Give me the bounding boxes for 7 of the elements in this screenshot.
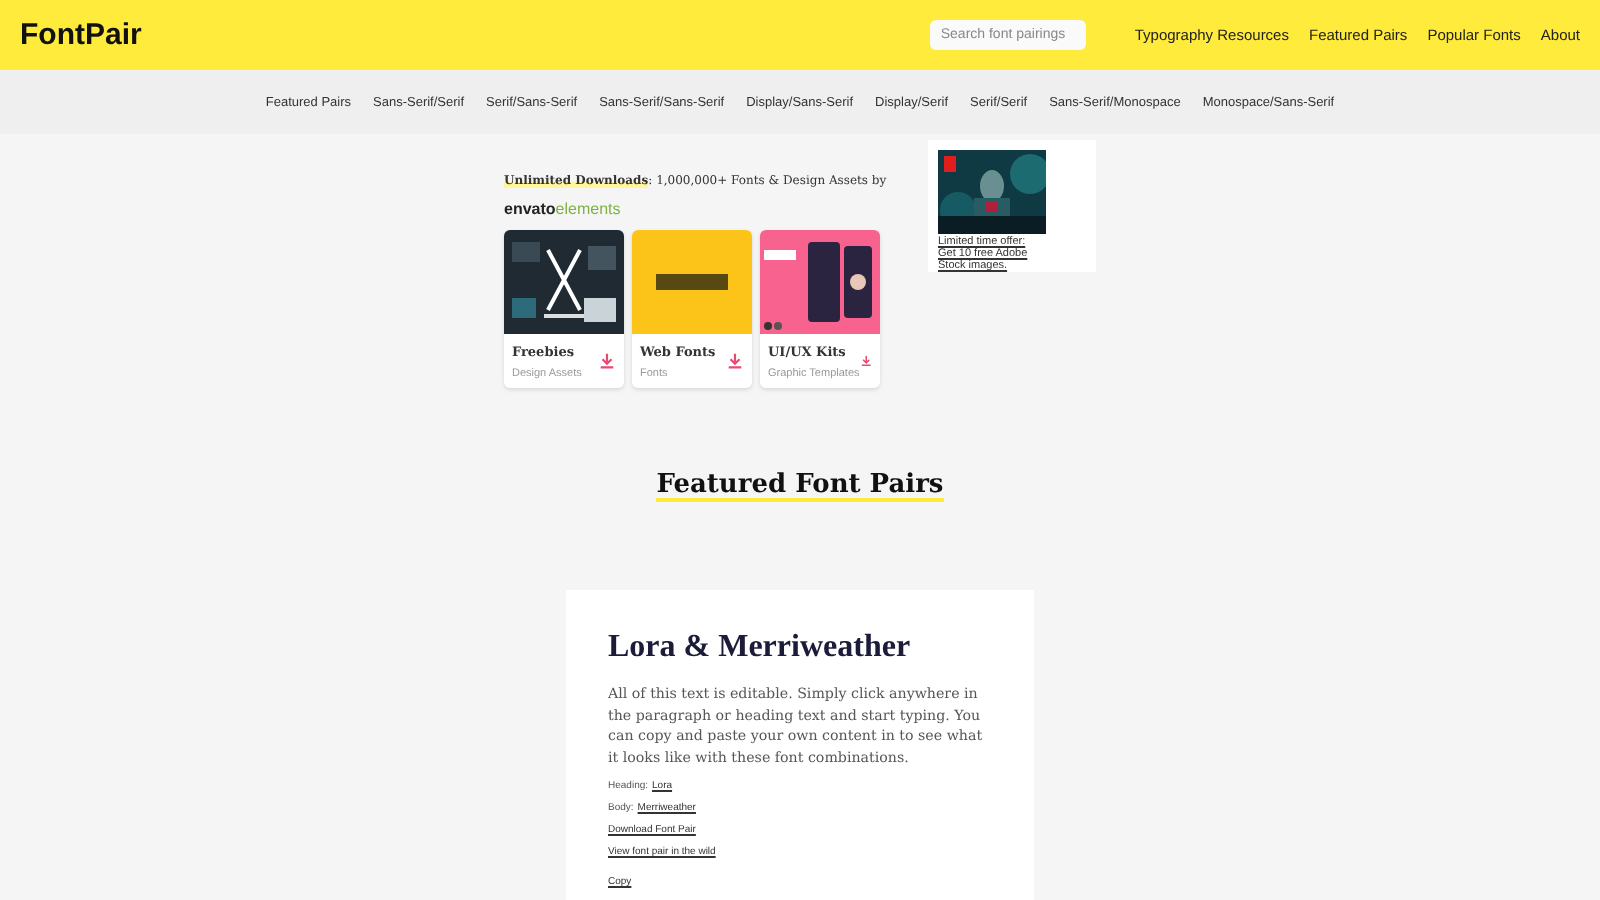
brand-logo[interactable]: envatoelements [504, 200, 621, 218]
site-logo[interactable]: FontPair [20, 18, 931, 52]
section-title: Featured Font Pairs [656, 470, 944, 502]
download-icon[interactable] [726, 352, 744, 370]
download-icon[interactable] [859, 352, 872, 370]
pair-title[interactable]: Lora & Merriweather [608, 630, 992, 666]
download-icon[interactable] [598, 352, 616, 370]
